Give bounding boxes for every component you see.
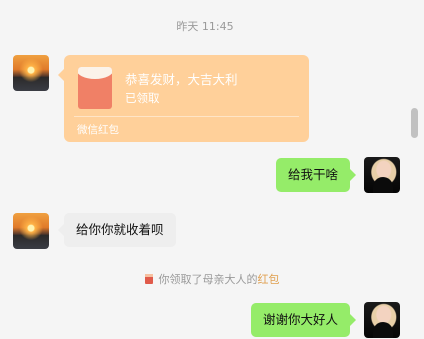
chat-timestamp: 昨天 11:45 <box>176 20 234 33</box>
red-envelope-icon <box>144 274 153 284</box>
red-packet-status: 已领取 <box>125 91 160 105</box>
red-packet-received-notice: 你领取了母亲大人的红包 <box>0 271 424 287</box>
red-envelope-icon <box>78 67 112 109</box>
self-avatar[interactable] <box>364 157 400 193</box>
notice-text: 你领取了母亲大人的 <box>158 273 258 286</box>
contact-avatar[interactable] <box>13 55 49 91</box>
sent-message-bubble[interactable]: 给我干啥 <box>275 158 357 192</box>
red-packet-footer: 微信红包 <box>77 124 119 136</box>
red-packet-divider <box>74 116 299 117</box>
scrollbar-thumb[interactable] <box>411 108 418 138</box>
self-avatar[interactable] <box>364 302 400 338</box>
red-packet-message[interactable]: 恭喜发财，大吉大利 已领取 微信红包 <box>58 55 309 142</box>
contact-avatar[interactable] <box>13 213 49 249</box>
notice-red-packet-link[interactable]: 红包 <box>258 273 280 286</box>
sent-message-bubble[interactable]: 谢谢你大好人 <box>250 303 357 337</box>
red-packet-title: 恭喜发财，大吉大利 <box>125 72 238 87</box>
received-message-bubble[interactable]: 给你你就收着呗 <box>58 213 176 247</box>
